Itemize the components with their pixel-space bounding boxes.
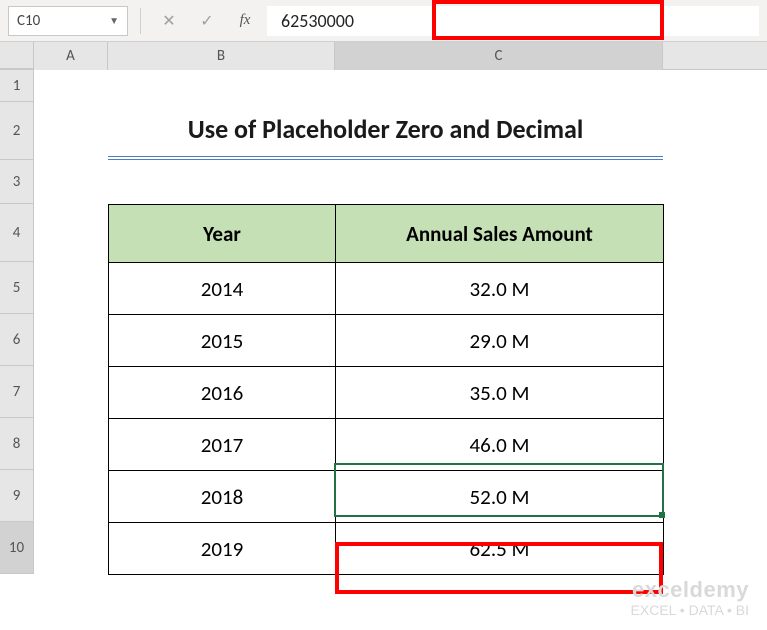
- row-header-8[interactable]: 8: [0, 418, 34, 470]
- data-table: Year Annual Sales Amount 2014 32.0 M 201…: [108, 204, 664, 575]
- cell-year[interactable]: 2017: [109, 419, 336, 471]
- row-header-2[interactable]: 2: [0, 102, 34, 160]
- header-year[interactable]: Year: [109, 205, 336, 263]
- row-header-4[interactable]: 4: [0, 204, 34, 262]
- row-headers: 1 2 3 4 5 6 7 8 9 10: [0, 70, 34, 574]
- table-row: 2016 35.0 M: [109, 367, 664, 419]
- cell-year[interactable]: 2015: [109, 315, 336, 367]
- formula-input[interactable]: 62530000: [267, 6, 759, 36]
- row-header-7[interactable]: 7: [0, 366, 34, 418]
- select-all-triangle[interactable]: [0, 42, 34, 69]
- separator: [140, 8, 141, 34]
- cell-year[interactable]: 2018: [109, 471, 336, 523]
- column-header-b[interactable]: B: [108, 42, 335, 70]
- table-row: 2018 52.0 M: [109, 471, 664, 523]
- table-row: 2017 46.0 M: [109, 419, 664, 471]
- column-headers: A B C: [0, 42, 767, 70]
- row-header-9[interactable]: 9: [0, 470, 34, 522]
- cell-year[interactable]: 2014: [109, 263, 336, 315]
- table-row: 2019 62.5 M: [109, 523, 664, 575]
- name-box[interactable]: C10 ▼: [8, 6, 128, 36]
- row-header-10[interactable]: 10: [0, 522, 34, 574]
- cell-amount[interactable]: 46.0 M: [336, 419, 664, 471]
- name-box-value: C10: [17, 12, 40, 30]
- enter-icon[interactable]: ✓: [191, 6, 223, 36]
- cell-amount[interactable]: 35.0 M: [336, 367, 664, 419]
- row-header-3[interactable]: 3: [0, 160, 34, 204]
- watermark-brand: exceldemy: [631, 578, 749, 602]
- row-header-5[interactable]: 5: [0, 262, 34, 314]
- formula-bar: C10 ▼ ✕ ✓ fx 62530000: [0, 0, 767, 42]
- table-row: 2015 29.0 M: [109, 315, 664, 367]
- cell-amount[interactable]: 32.0 M: [336, 263, 664, 315]
- worksheet: A B C 1 2 3 4 5 6 7 8 9 10 Use of Placeh…: [0, 42, 767, 574]
- cell-amount[interactable]: 29.0 M: [336, 315, 664, 367]
- table-header-row: Year Annual Sales Amount: [109, 205, 664, 263]
- row-header-6[interactable]: 6: [0, 314, 34, 366]
- table-row: 2014 32.0 M: [109, 263, 664, 315]
- title-cell[interactable]: Use of Placeholder Zero and Decimal: [108, 102, 663, 160]
- column-header-c[interactable]: C: [335, 42, 663, 70]
- cell-amount[interactable]: 62.5 M: [336, 523, 664, 575]
- cell-amount[interactable]: 52.0 M: [336, 471, 664, 523]
- chevron-down-icon[interactable]: ▼: [109, 14, 119, 27]
- watermark: exceldemy EXCEL • DATA • BI: [631, 578, 749, 618]
- cell-year[interactable]: 2019: [109, 523, 336, 575]
- cell-grid[interactable]: Use of Placeholder Zero and Decimal Year…: [34, 70, 767, 574]
- row-header-1[interactable]: 1: [0, 70, 34, 102]
- fx-icon[interactable]: fx: [229, 6, 261, 36]
- header-amount[interactable]: Annual Sales Amount: [336, 205, 664, 263]
- watermark-tagline: EXCEL • DATA • BI: [631, 603, 749, 618]
- cell-year[interactable]: 2016: [109, 367, 336, 419]
- cancel-icon[interactable]: ✕: [153, 6, 185, 36]
- formula-value: 62530000: [281, 10, 354, 32]
- column-header-a[interactable]: A: [34, 42, 108, 70]
